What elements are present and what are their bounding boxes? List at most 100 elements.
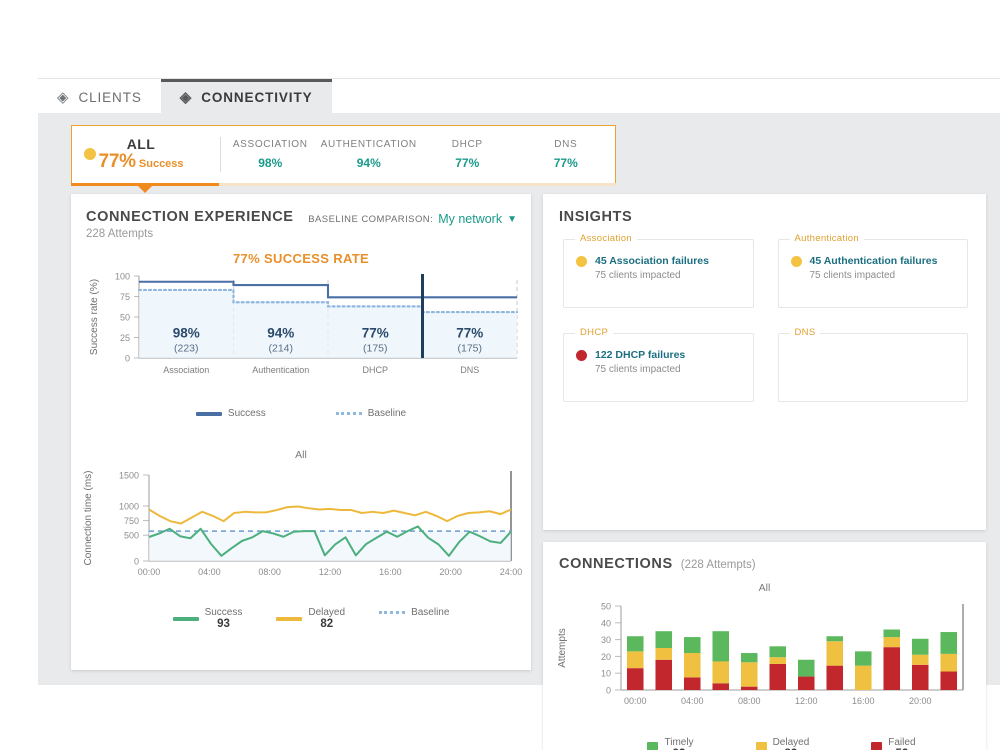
svg-text:(175): (175) [457,342,482,354]
svg-text:Connection time (ms): Connection time (ms) [83,470,94,565]
legend-item-failed: Failed 52 [871,737,916,750]
legend-value: 82 [320,618,334,630]
insight-subtext: 75 clients impacted [809,270,896,282]
connections-subtitle: (228 Attempts) [680,559,756,571]
connection-time-legend: Success 93 Delayed 82 Baseline [71,607,531,630]
success-rate-legend: Success Baseline [71,408,531,419]
svg-text:50: 50 [120,313,130,323]
severity-dot-icon [576,256,587,267]
insight-headline[interactable]: 45 Authentication failures [810,254,938,268]
svg-text:94%: 94% [267,325,294,340]
baseline-comparison-label: BASELINE COMPARISON: [308,213,434,225]
svg-text:Association: Association [163,365,209,375]
svg-text:0: 0 [125,354,130,364]
legend-swatch [276,616,303,621]
svg-text:77%: 77% [456,325,483,340]
metric-key: DHCP [451,139,483,150]
tab-connectivity[interactable]: ◈ CONNECTIVITY [160,79,332,113]
svg-text:(214): (214) [268,342,293,354]
insight-card-dhcp[interactable]: DHCP 122 DHCP failures 75 clients impact… [563,327,754,402]
svg-text:0: 0 [606,686,611,696]
summary-metric-dns[interactable]: DNS 77% [517,126,616,183]
legend-label: Baseline [367,408,407,419]
chevron-down-icon[interactable]: ▼ [507,214,517,225]
insight-caption: DHCP [575,327,614,338]
svg-text:1000: 1000 [119,501,139,511]
svg-text:00:00: 00:00 [138,567,161,577]
summary-metric-dhcp[interactable]: DHCP 77% [418,126,517,183]
svg-text:77%: 77% [362,325,389,340]
metric-value: 77% [455,156,480,170]
connections-legend: Timely 93 Delayed 82 Failed 52 [543,737,986,750]
insight-caption: Association [575,233,637,244]
legend-swatch [335,412,362,415]
svg-text:12:00: 12:00 [319,567,342,577]
svg-text:20: 20 [601,652,611,662]
legend-item-baseline: Baseline [335,408,407,419]
legend-item-timely: Timely 93 [647,737,694,750]
svg-text:16:00: 16:00 [379,567,402,577]
summary-all-segment[interactable]: ALL 77% Success [72,126,220,183]
summary-selected-caret-icon [137,185,153,193]
tab-clients-label: CLIENTS [78,89,142,105]
summary-metric-authentication[interactable]: AUTHENTICATION 94% [320,126,419,183]
baseline-comparison-control[interactable]: BASELINE COMPARISON: My network ▼ [308,212,517,226]
tab-connectivity-label: CONNECTIVITY [201,90,313,105]
svg-text:00:00: 00:00 [624,696,647,706]
connections-card: CONNECTIONS (228 Attempts) All Attempts 0… [543,542,986,750]
status-dot-icon [84,147,96,160]
insights-card: INSIGHTS Association 45 Association fail… [543,194,986,530]
legend-swatch [172,616,199,621]
svg-text:16:00: 16:00 [852,696,875,706]
insight-card-authentication[interactable]: Authentication 45 Authentication failure… [777,233,968,308]
legend-item-delayed: Delayed 82 [755,737,810,750]
connectivity-summary-bar: ALL 77% Success ASSOCIATION 98% AUTHENTI… [71,125,616,183]
summary-all-percent: 77% [98,150,136,172]
svg-text:1500: 1500 [119,471,139,481]
insight-headline[interactable]: 45 Association failures [595,254,709,268]
connection-experience-header: CONNECTION EXPERIENCE BASELINE COMPARISO… [86,208,517,226]
insight-subtext: 75 clients impacted [595,270,681,282]
legend-item-success: Success [195,408,266,419]
svg-text:50: 50 [601,602,611,612]
connection-experience-card: CONNECTION EXPERIENCE BASELINE COMPARISO… [71,194,531,670]
summary-metric-association[interactable]: ASSOCIATION 98% [221,126,320,183]
svg-text:Success rate (%): Success rate (%) [89,279,100,355]
insight-card-dns[interactable]: DNS [777,327,968,402]
connection-time-chart-title: All [295,449,307,461]
legend-label: Failed [888,737,916,748]
baseline-comparison-value[interactable]: My network [438,212,502,226]
insight-headline[interactable]: 122 DHCP failures [595,348,685,362]
insight-card-association[interactable]: Association 45 Association failures 75 c… [563,233,754,308]
dashboard-page: ◈ CLIENTS ◈ CONNECTIVITY ALL 77% Success [0,0,1000,750]
svg-text:30: 30 [601,635,611,645]
success-rate-step-chart: Success rate (%) 0 25 50 75 100 98% (223) Associ… [89,272,519,375]
svg-text:08:00: 08:00 [738,696,761,706]
svg-text:DHCP: DHCP [362,365,388,375]
insights-grid: Association 45 Association failures 75 c… [563,233,968,402]
severity-dot-icon [790,256,802,267]
legend-item-delayed: Delayed 82 [276,607,345,630]
page-title: CONNECTION EXPERIENCE [86,209,294,225]
legend-item-success: Success 93 [172,607,242,630]
svg-text:40: 40 [601,618,611,628]
svg-text:0: 0 [134,557,139,567]
legend-label: Success [227,408,266,419]
legend-swatch [195,411,222,416]
legend-label: Timely [664,737,694,748]
legend-label: Delayed [772,737,810,748]
metric-key: AUTHENTICATION [320,139,417,150]
legend-item-baseline: Baseline [379,607,449,618]
legend-label: Delayed [308,607,346,618]
svg-text:DNS: DNS [460,365,479,375]
connections-stacked-bar-chart: Attempts 0 10 20 30 40 50 00:00 04:00 08:00 12:00 1… [557,602,964,706]
tab-clients[interactable]: ◈ CLIENTS [38,81,161,113]
globe-icon: ◈ [57,88,70,106]
svg-text:10: 10 [601,669,611,679]
insight-subtext: 75 clients impacted [595,364,681,376]
summary-all-label: ALL [126,135,156,152]
svg-text:25: 25 [120,333,130,343]
connections-chart-title: All [758,582,771,594]
attempts-count: 228 Attempts [86,228,154,240]
legend-swatch [647,742,659,750]
